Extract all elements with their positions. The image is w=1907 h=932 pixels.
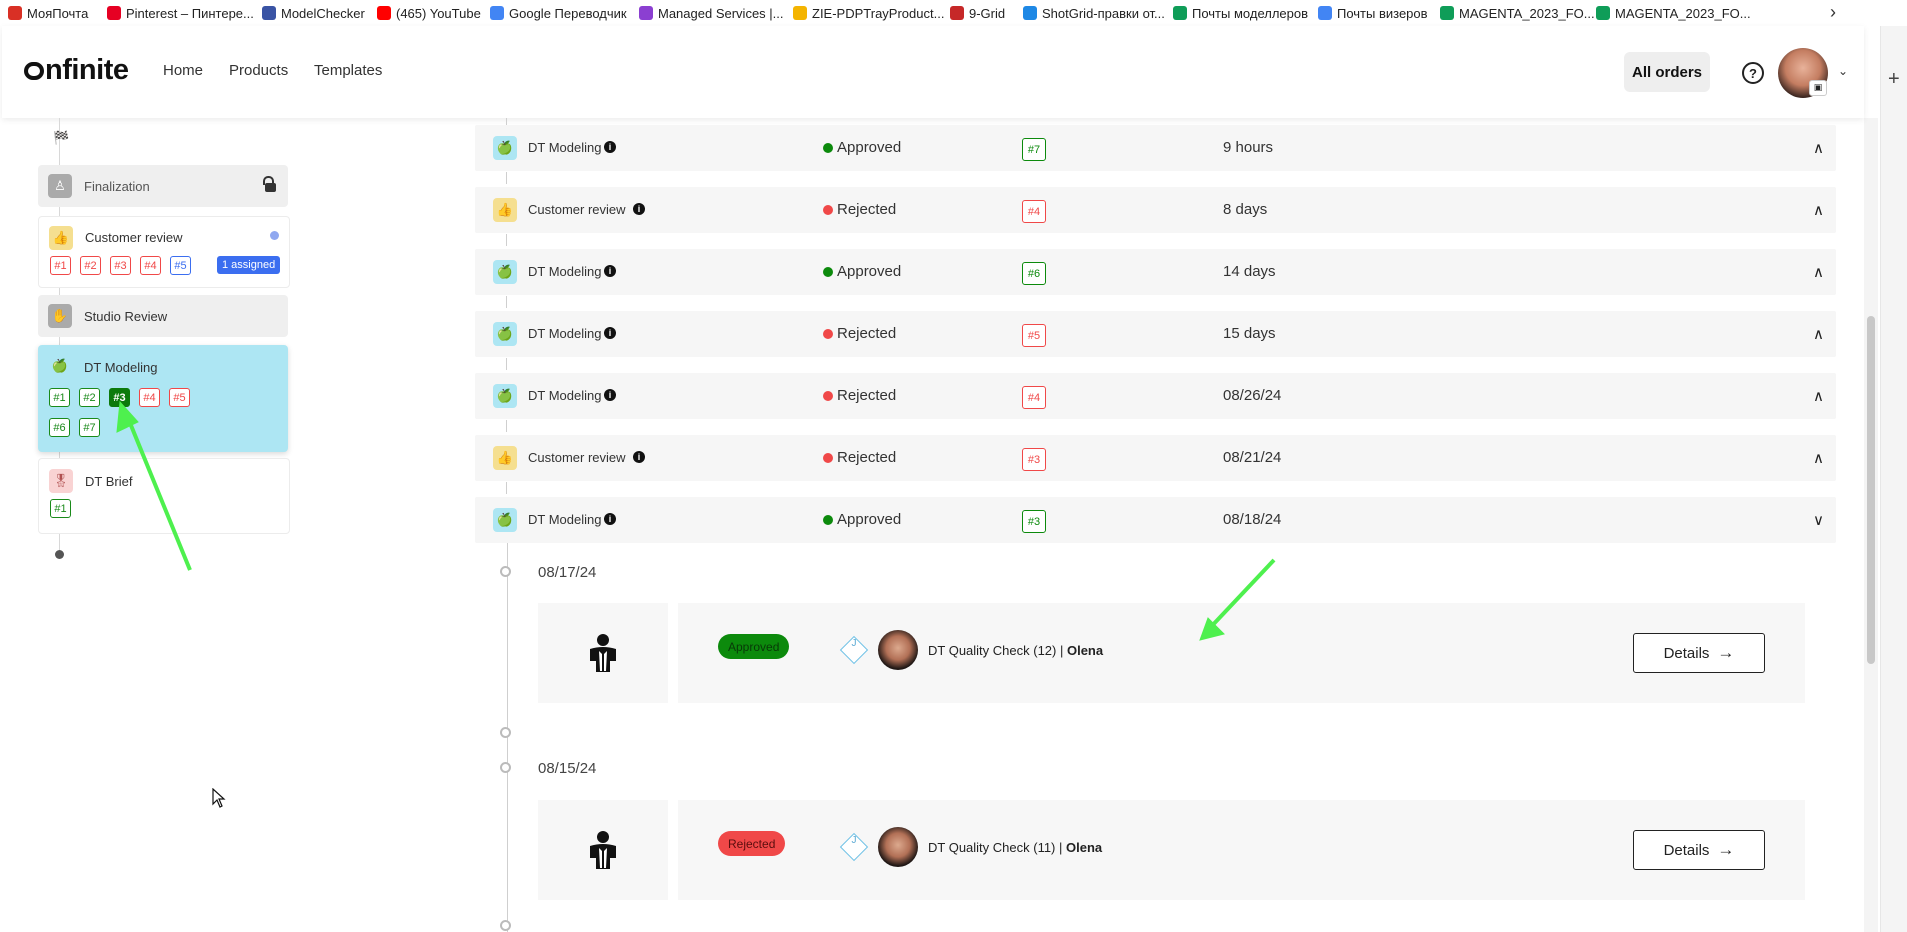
mouse-cursor-icon bbox=[212, 788, 226, 808]
annotation-arrow bbox=[116, 400, 192, 571]
annotation-arrows bbox=[116, 400, 1276, 641]
annotation-arrow bbox=[1199, 558, 1276, 641]
